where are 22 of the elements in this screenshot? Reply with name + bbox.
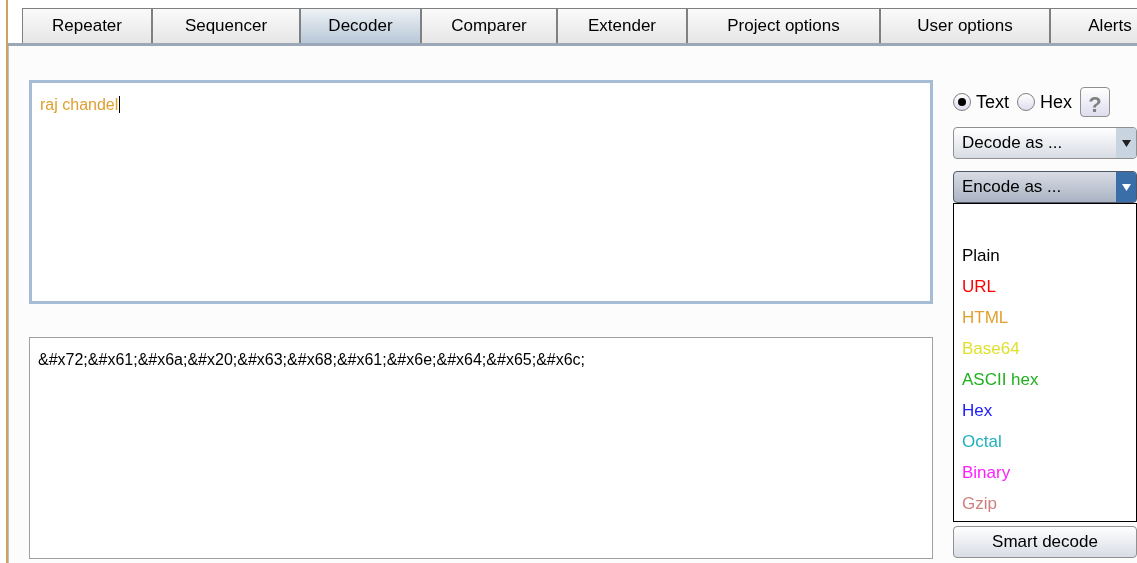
dropdown[interactable]: Decode as ...: [953, 127, 1137, 159]
smart-decode-button[interactable]: Smart decode: [953, 526, 1137, 558]
caret-icon: [1121, 183, 1131, 191]
dropdown-option[interactable]: URL: [954, 271, 1136, 302]
tab[interactable]: Extender: [557, 8, 687, 43]
dropdown-option[interactable]: Hex: [954, 395, 1136, 426]
output-text-area[interactable]: &#x72;&#x61;&#x6a;&#x20;&#x63;&#x68;&#x61;&#x6e;&#x64;&#x65;&#x6c;: [29, 337, 933, 559]
radio-label[interactable]: Text: [976, 88, 1009, 116]
tab[interactable]: Decoder: [300, 8, 421, 43]
dropdown-option[interactable]: Plain: [954, 240, 1136, 271]
caret-icon: [1121, 139, 1131, 147]
radio-label[interactable]: Hex: [1040, 88, 1073, 116]
tab[interactable]: Sequencer: [152, 8, 300, 43]
radio-button[interactable]: [953, 93, 971, 111]
tab[interactable]: Repeater: [22, 8, 152, 43]
tab[interactable]: User options: [880, 8, 1050, 43]
tab[interactable]: Project options: [687, 8, 880, 43]
input-text: raj chandel: [40, 96, 121, 113]
tab[interactable]: Alerts: [1050, 8, 1137, 43]
radio-button[interactable]: [1017, 93, 1035, 111]
tab[interactable]: Comparer: [421, 8, 557, 43]
dropdown[interactable]: Encode as ...: [953, 171, 1137, 203]
